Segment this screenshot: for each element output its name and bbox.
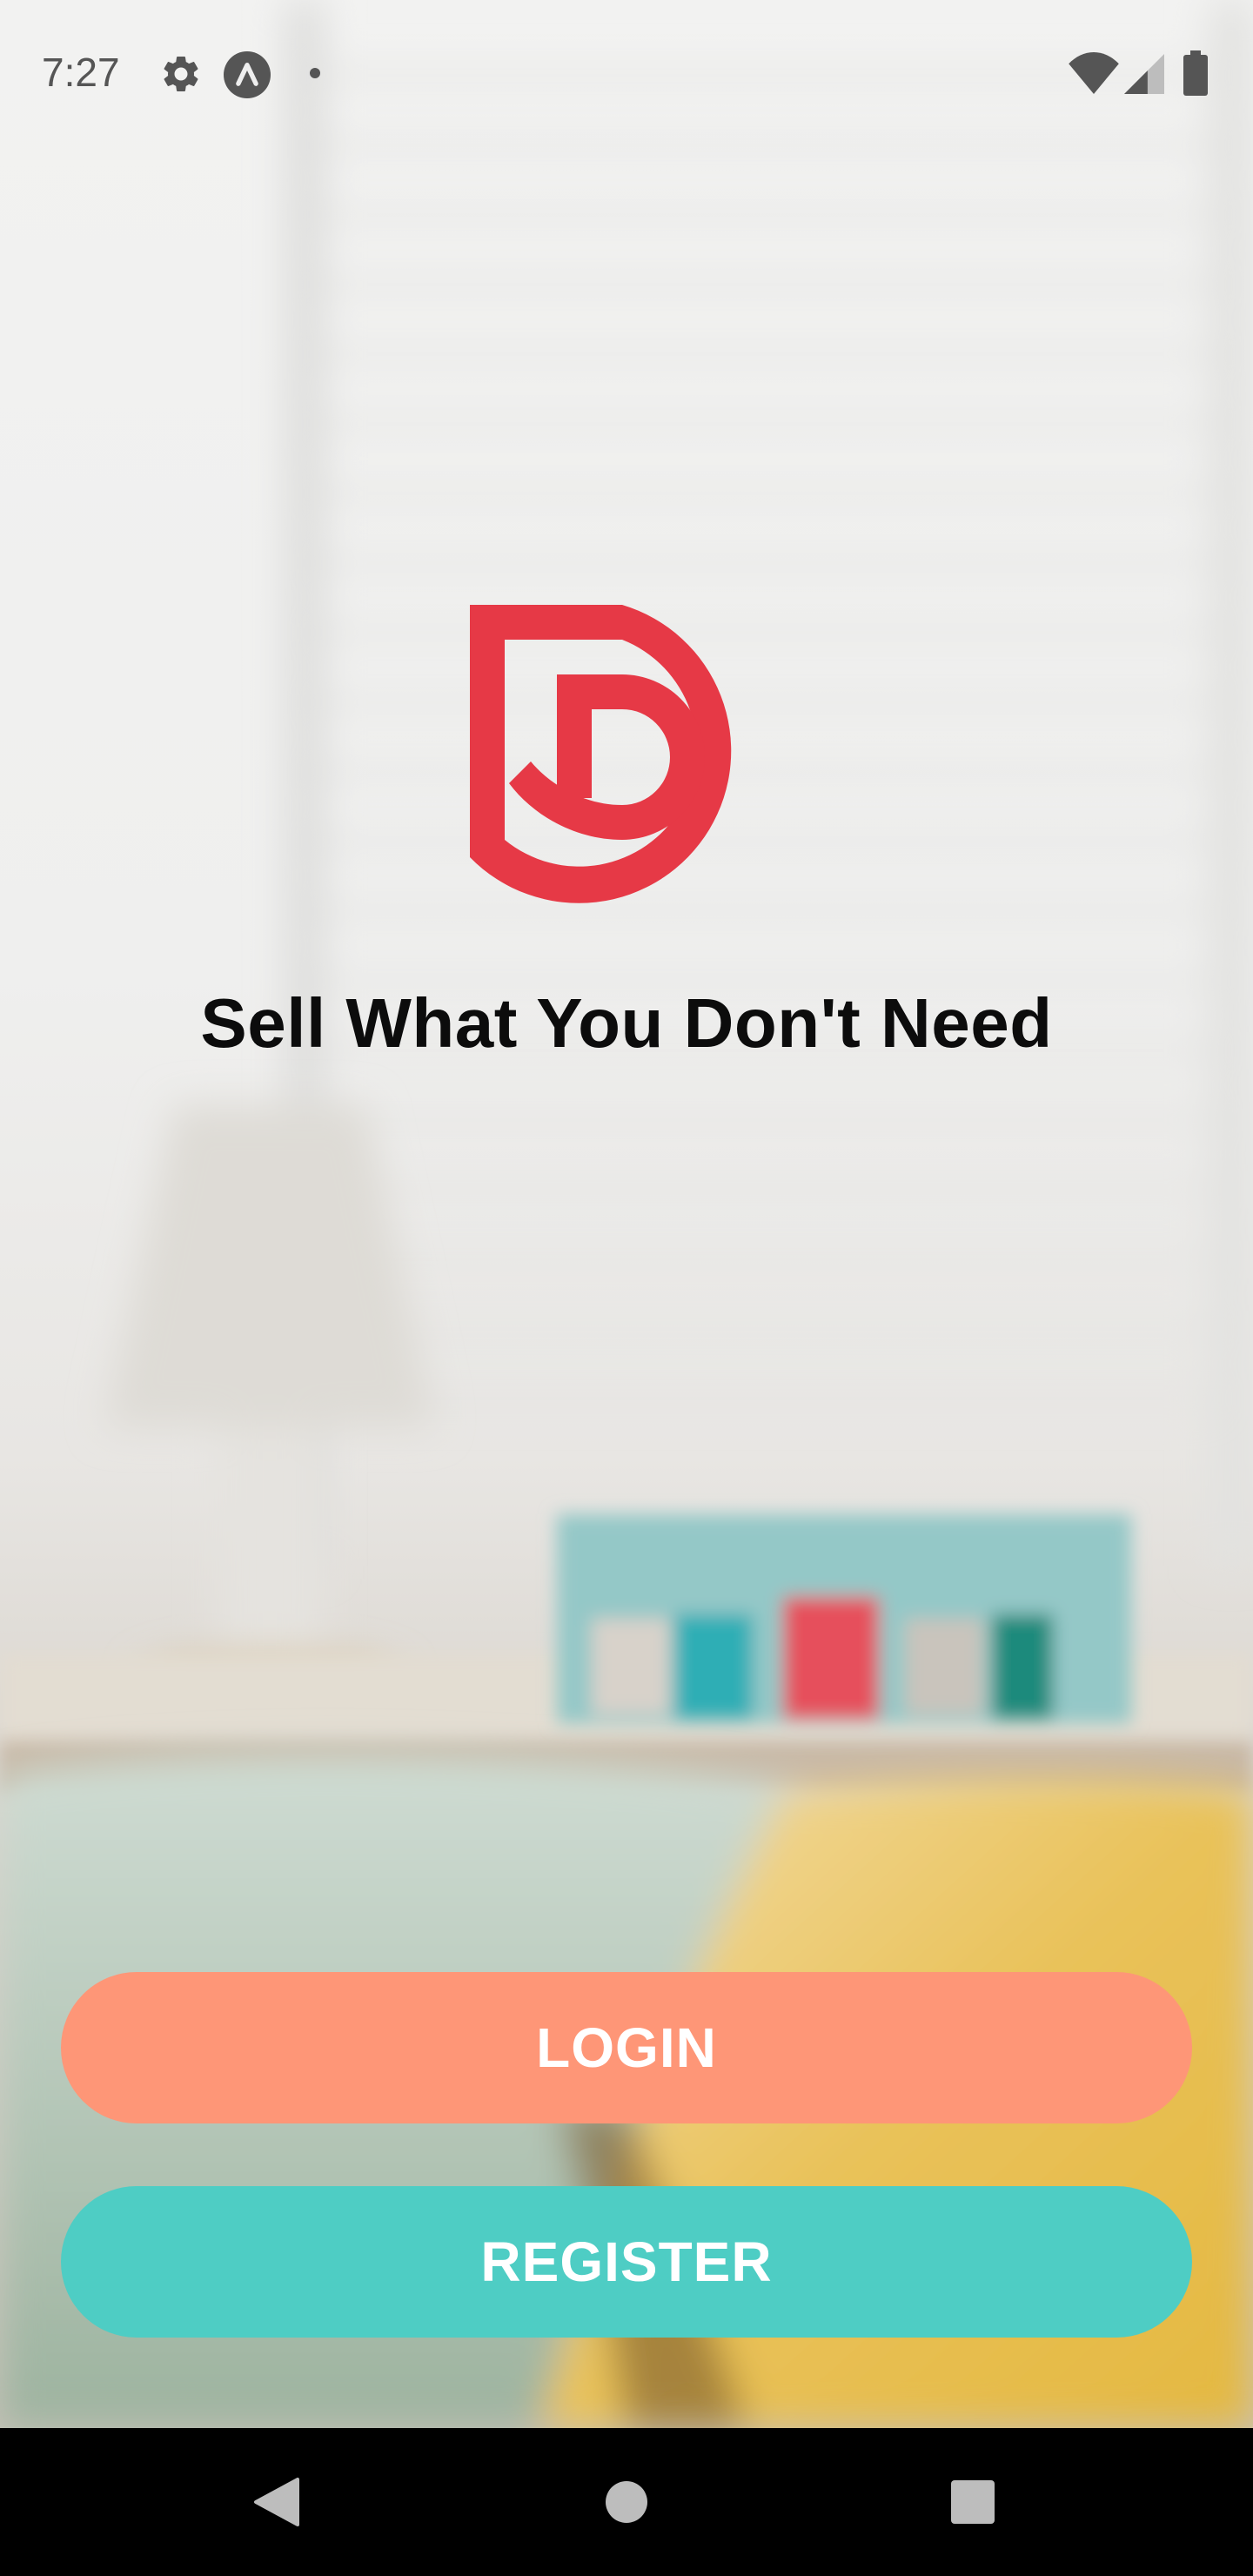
app-notification-icon bbox=[224, 51, 271, 103]
tagline: Sell What You Don't Need bbox=[200, 984, 1053, 1062]
login-button[interactable]: LOGIN bbox=[61, 1972, 1192, 2123]
gear-icon bbox=[159, 52, 203, 100]
cellular-signal-icon bbox=[1124, 54, 1164, 98]
battery-icon bbox=[1183, 50, 1208, 100]
register-button-label: REGISTER bbox=[480, 2231, 773, 2293]
back-button[interactable] bbox=[207, 2428, 346, 2576]
wifi-icon bbox=[1069, 52, 1119, 98]
brand-logo bbox=[470, 605, 783, 918]
recents-button[interactable] bbox=[903, 2428, 1042, 2576]
status-bar: 7:27 bbox=[0, 0, 1253, 148]
back-icon bbox=[254, 2478, 299, 2526]
register-button[interactable]: REGISTER bbox=[61, 2186, 1192, 2338]
login-button-label: LOGIN bbox=[536, 2016, 717, 2079]
recents-icon bbox=[951, 2480, 995, 2524]
notification-dot-icon bbox=[309, 67, 321, 84]
status-time: 7:27 bbox=[42, 50, 120, 95]
welcome-screen: 7:27 Sell What You Don't Need LOGIN REGI… bbox=[0, 0, 1253, 2576]
home-button[interactable] bbox=[557, 2428, 696, 2576]
navigation-bar bbox=[0, 2428, 1253, 2576]
home-icon bbox=[606, 2481, 647, 2523]
